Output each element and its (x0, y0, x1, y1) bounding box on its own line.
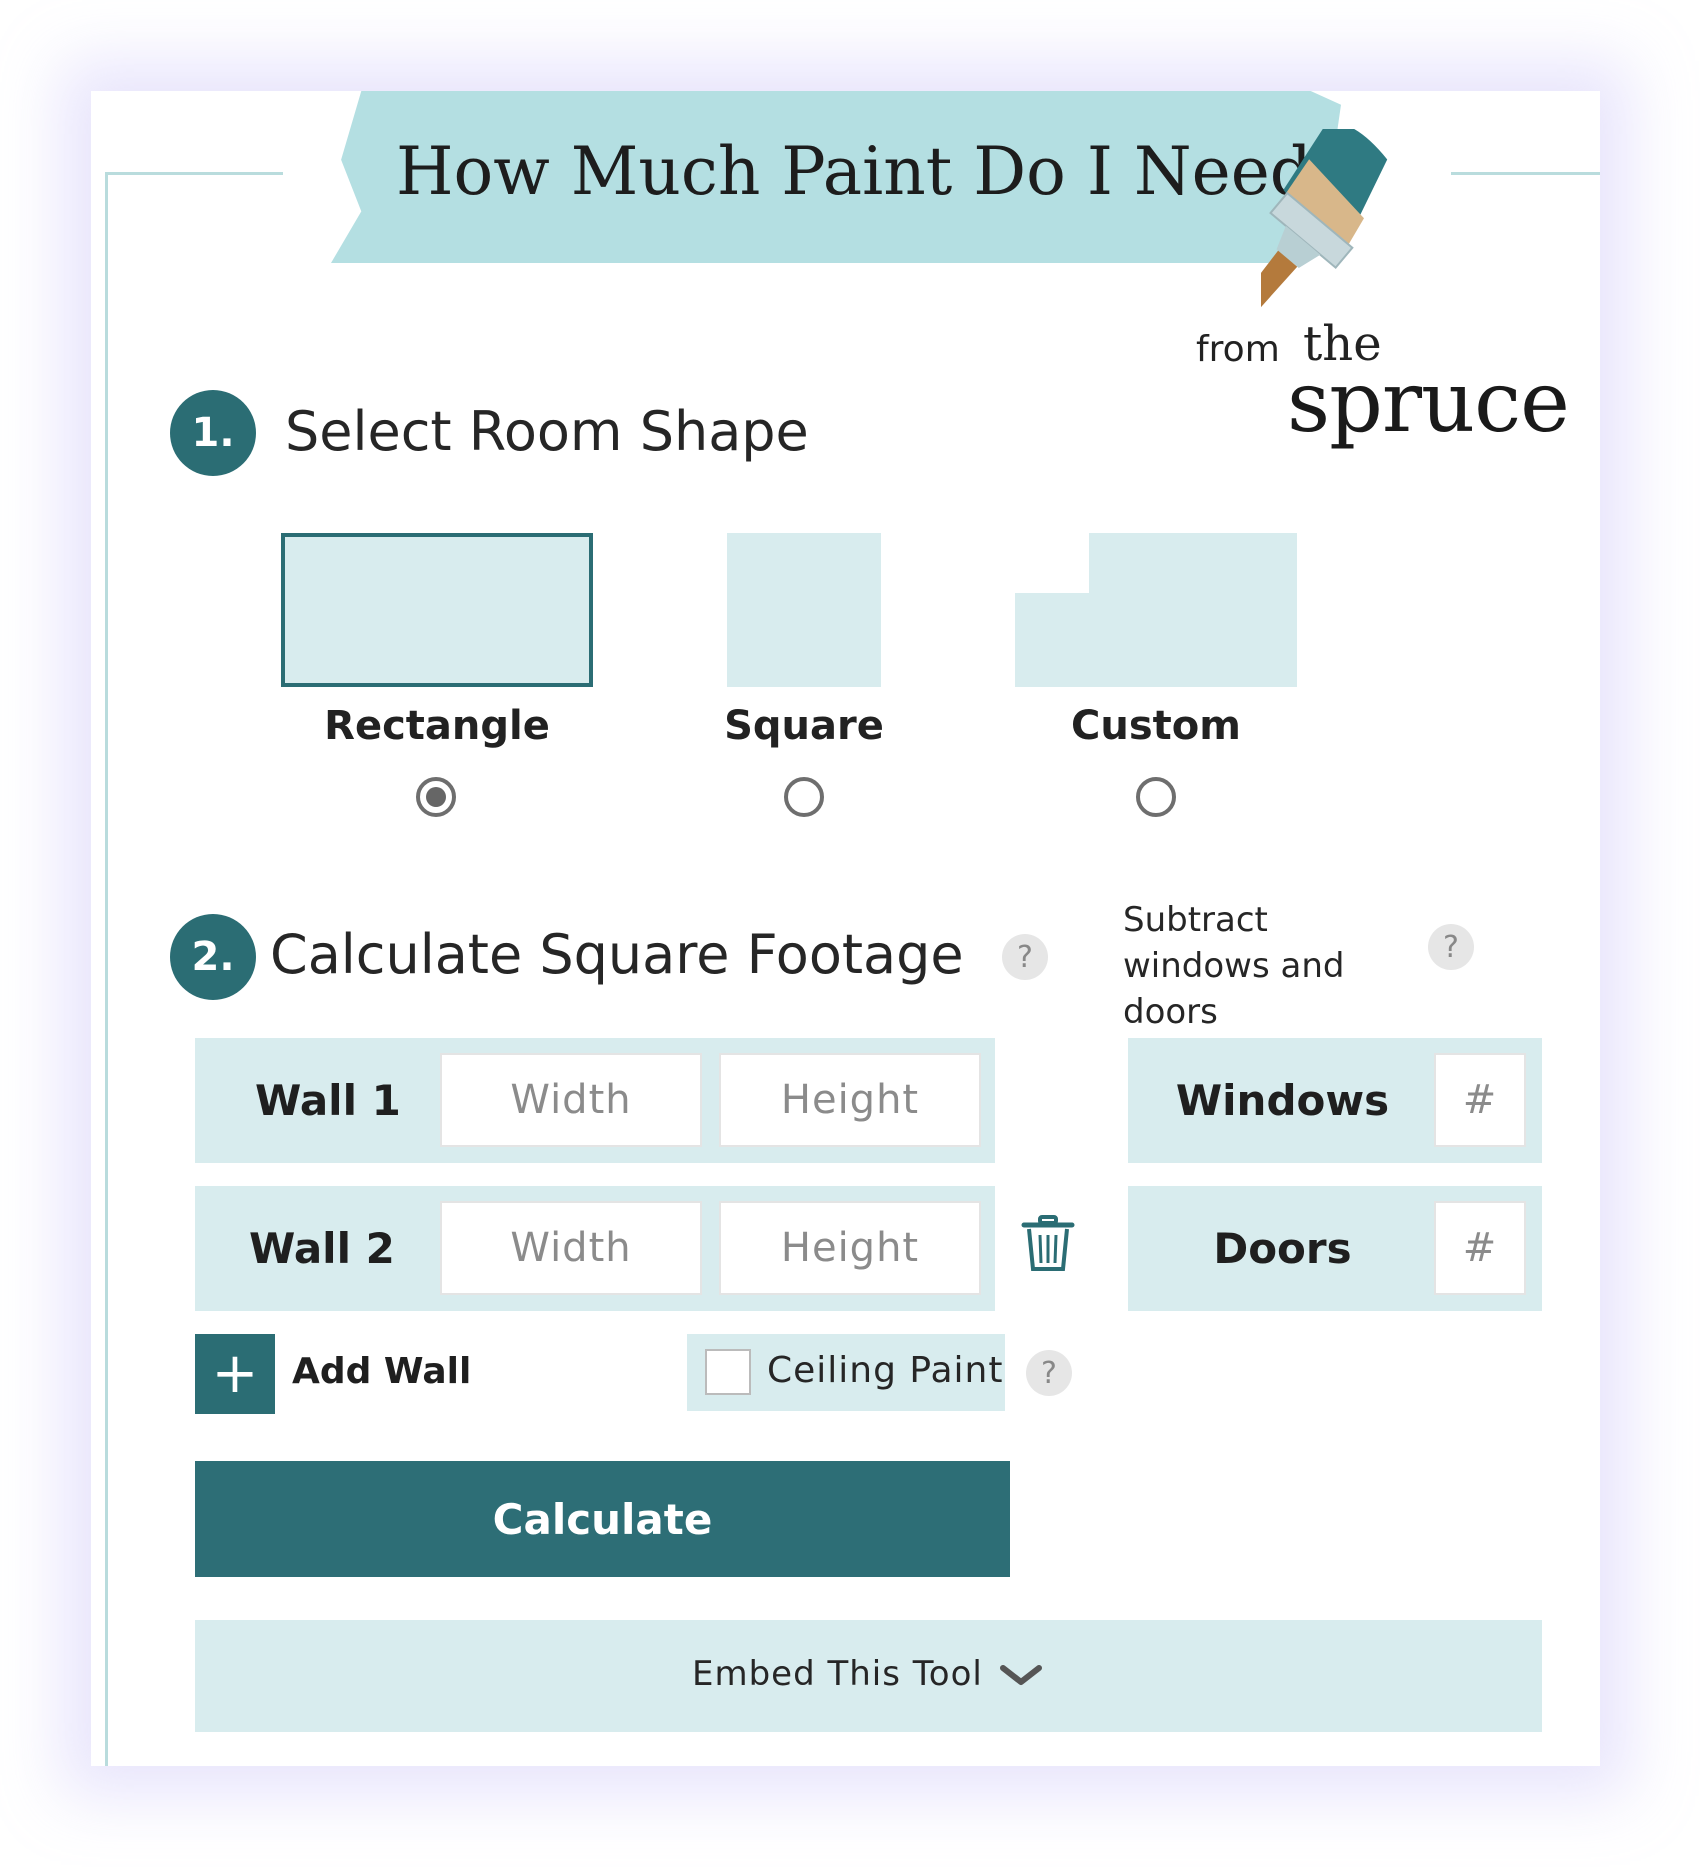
frame-line-top-left (105, 172, 283, 175)
windows-label: Windows (1175, 1076, 1390, 1125)
step-1-title: Select Room Shape (285, 400, 809, 463)
radio-square[interactable] (784, 777, 824, 817)
embed-tool-label: Embed This Tool (692, 1654, 983, 1694)
shape-label-rectangle: Rectangle (324, 703, 550, 749)
subtract-windows-doors-text: Subtract windows and doors (1123, 900, 1345, 1032)
brand-logo-spruce: spruce (1287, 353, 1570, 451)
step-2-badge: 2. (170, 914, 256, 1000)
doors-count-input[interactable] (1434, 1201, 1526, 1295)
wall-2-width-input[interactable] (440, 1201, 702, 1295)
wall-2-height-input[interactable] (719, 1201, 981, 1295)
wall-2-label: Wall 2 (249, 1224, 395, 1273)
radio-rectangle[interactable] (416, 777, 456, 817)
shape-custom-option[interactable] (1015, 533, 1297, 687)
ceiling-paint-label: Ceiling Paint (767, 1350, 1004, 1391)
shape-rectangle-option[interactable] (281, 533, 593, 687)
step-2-title: Calculate Square Footage (270, 923, 964, 986)
radio-custom[interactable] (1136, 777, 1176, 817)
shape-square-option[interactable] (727, 533, 881, 687)
brand-from: from (1196, 329, 1280, 370)
subtract-help-icon[interactable]: ? (1428, 924, 1474, 970)
ceiling-paint-checkbox[interactable] (705, 1349, 751, 1395)
shape-label-custom: Custom (1071, 703, 1241, 749)
step-1-badge: 1. (170, 390, 256, 476)
doors-label: Doors (1213, 1224, 1352, 1273)
page-title: How Much Paint Do I Need? (396, 133, 1348, 210)
shape-label-square: Square (724, 703, 884, 749)
ceiling-help-icon[interactable]: ? (1026, 1350, 1072, 1396)
wall-1-width-input[interactable] (440, 1053, 702, 1147)
add-wall-label[interactable]: Add Wall (292, 1351, 471, 1392)
trash-icon[interactable] (1021, 1215, 1075, 1273)
chevron-down-icon[interactable] (999, 1663, 1043, 1689)
calculate-button[interactable]: Calculate (195, 1461, 1010, 1577)
frame-line-left (105, 172, 108, 1766)
add-wall-button[interactable]: + (195, 1334, 275, 1414)
wall-1-height-input[interactable] (719, 1053, 981, 1147)
windows-count-input[interactable] (1434, 1053, 1526, 1147)
square-footage-help-icon[interactable]: ? (1002, 934, 1048, 980)
wall-1-label: Wall 1 (255, 1076, 401, 1125)
paint-calculator-card: How Much Paint Do I Need? from the spruc… (91, 91, 1600, 1766)
